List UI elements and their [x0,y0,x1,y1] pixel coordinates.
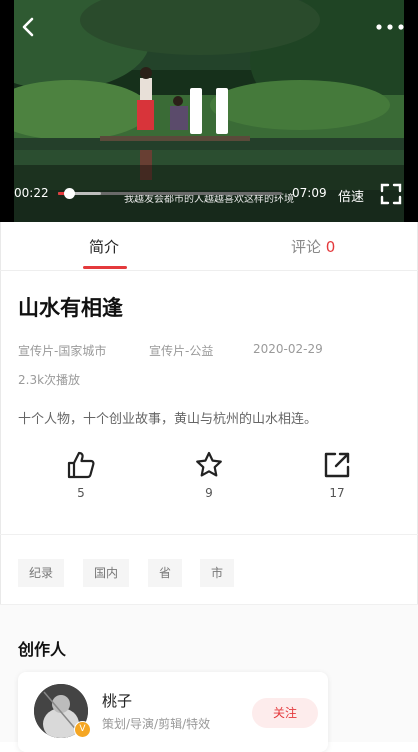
creators-heading: 创作人 [18,640,67,659]
progress-handle[interactable] [64,188,76,199]
player-control-bar: 00:22 07:09 倍速 [0,178,418,210]
tab-comments-label: 评论 [291,238,322,256]
thumbs-up-icon [67,451,95,479]
current-time: 00:22 [14,186,49,200]
like-button[interactable]: 5 [51,450,111,500]
tab-intro[interactable]: 简介 [89,236,119,257]
publish-date: 2020-02-29 [253,342,323,356]
divider [0,534,418,535]
share-count: 17 [329,486,345,500]
like-count: 5 [77,486,85,500]
active-tab-indicator [83,266,127,269]
comment-count: 0 [325,238,336,256]
progress-slider[interactable] [58,188,282,199]
creator-card[interactable]: V 桃子 策划/导演/剪辑/特效 关注 [18,672,328,752]
speed-button[interactable]: 倍速 [338,186,364,205]
follow-button[interactable]: 关注 [252,698,318,728]
detail-tabs: 简介 评论 0 [0,222,418,271]
creator-role: 策划/导演/剪辑/特效 [102,717,211,731]
verified-badge: V [74,721,91,738]
favorite-button[interactable]: 9 [179,450,239,500]
duration: 07:09 [292,186,327,200]
video-title: 山水有相逢 [18,296,123,320]
tag-item[interactable]: 纪录 [18,559,65,587]
tag-item[interactable]: 国内 [83,559,130,587]
video-player[interactable]: 我越发会都市的人越越喜欢这样的环境 00:22 07:09 倍速 [0,0,418,222]
creator-name[interactable]: 桃子 [102,690,132,711]
fullscreen-icon[interactable] [380,183,402,205]
share-button[interactable]: 17 [307,450,367,500]
favorite-count: 9 [205,486,213,500]
more-options-icon[interactable] [374,14,406,40]
tab-comments[interactable]: 评论 0 [291,236,335,257]
video-category: 宣传片-国家城市 [18,344,107,358]
tag-item[interactable]: 省 [148,559,183,587]
play-count: 2.3k次播放 [18,373,81,387]
back-icon[interactable] [16,14,42,40]
video-description: 十个人物，十个创业故事，黄山与杭州的山水相连。 [18,412,318,427]
video-subcategory: 宣传片-公益 [149,344,214,358]
star-icon [196,451,222,477]
pause-icon[interactable] [190,88,230,134]
tag-item[interactable]: 市 [200,559,235,587]
share-icon [324,452,350,478]
